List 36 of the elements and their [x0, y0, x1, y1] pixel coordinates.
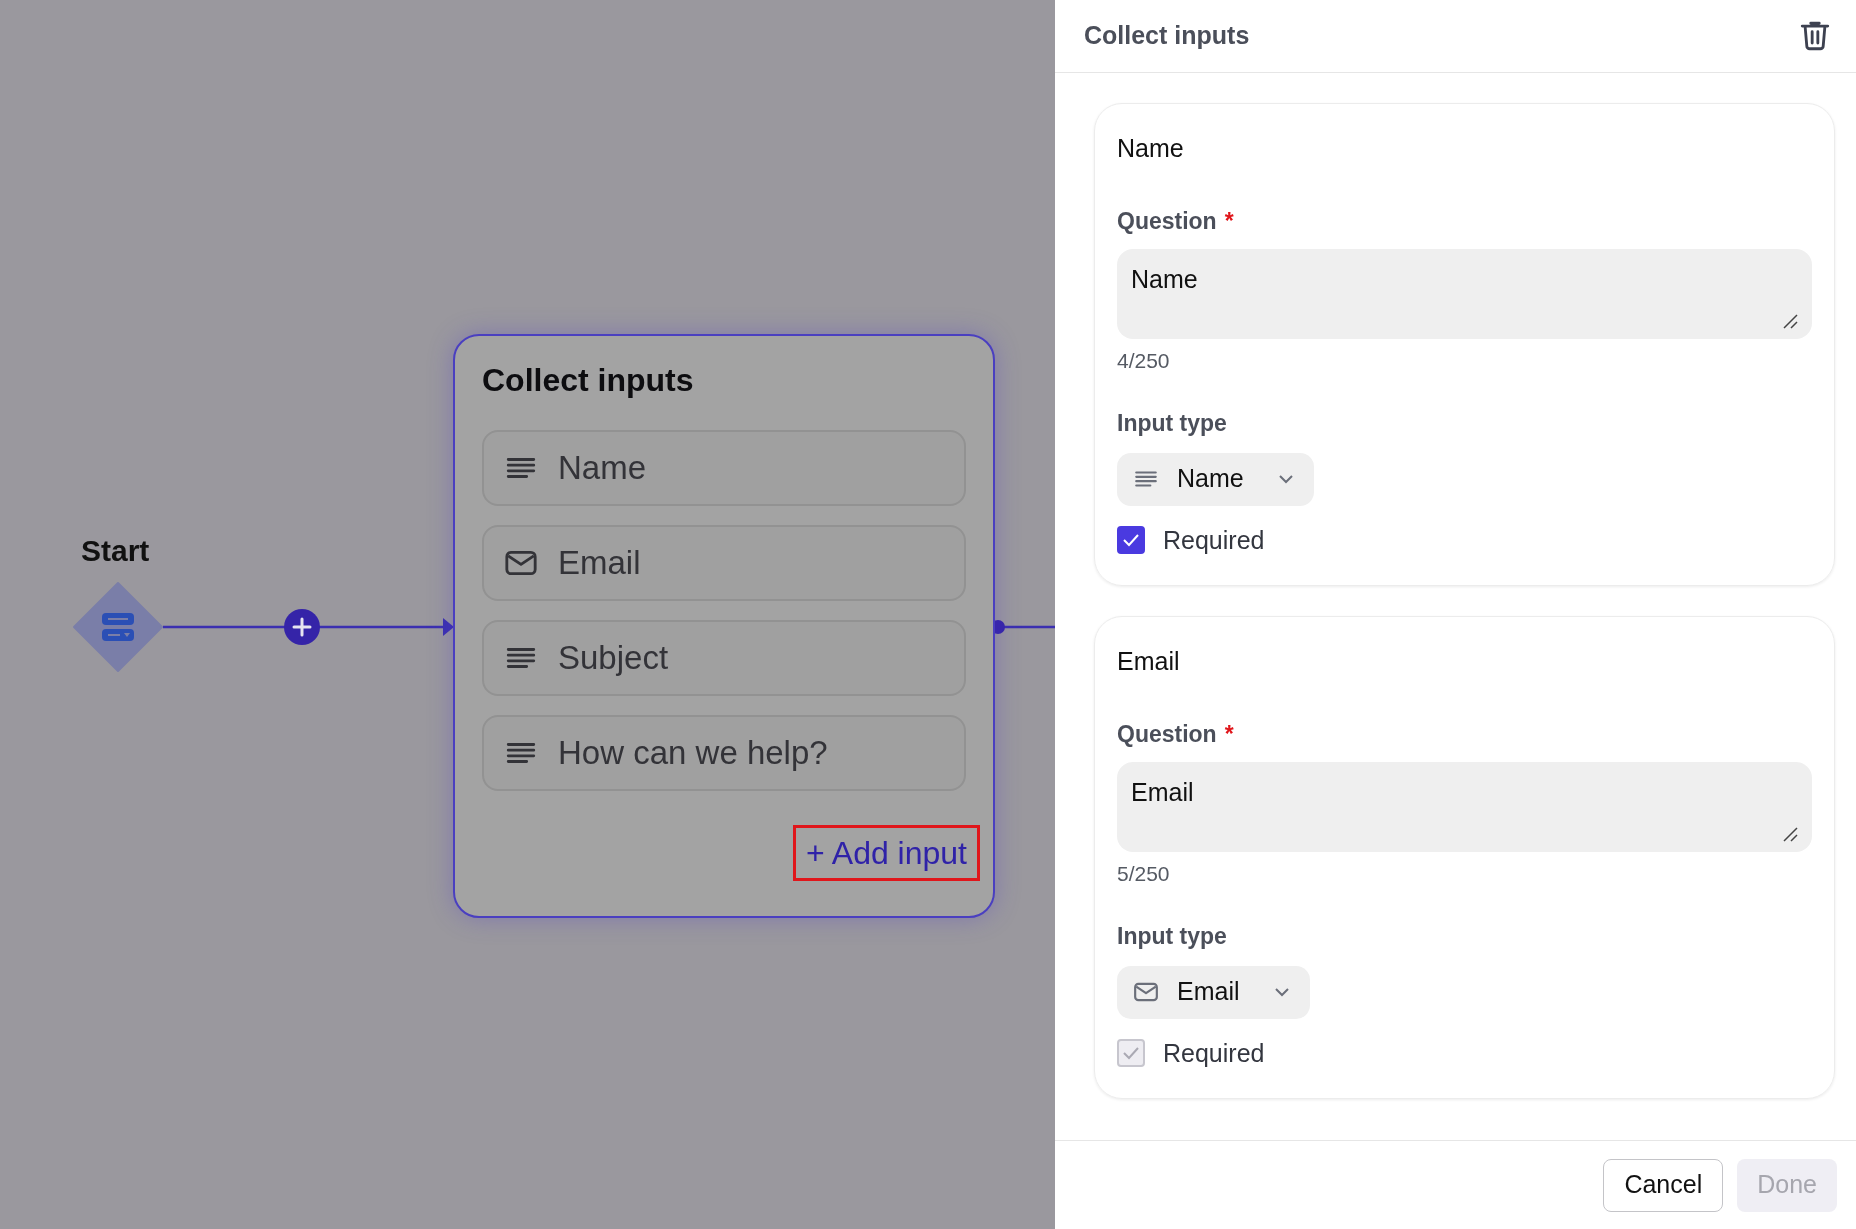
add-step-icon[interactable] — [284, 609, 320, 645]
input-type-dropdown[interactable]: Name — [1117, 452, 1314, 506]
add-input-button[interactable]: + Add input — [792, 825, 980, 881]
input-type-dropdown[interactable]: Email — [1117, 965, 1310, 1019]
node-title: Collect inputs — [482, 361, 695, 400]
character-count: 5/250 — [1117, 860, 1171, 887]
field-label: Question — [1117, 720, 1217, 749]
resize-handle-icon[interactable] — [1782, 825, 1798, 842]
input-title: Name — [1117, 133, 1185, 164]
start-node-icon[interactable] — [72, 581, 164, 673]
input-item[interactable]: Subject — [482, 620, 966, 696]
field-label: Input type — [1117, 922, 1228, 951]
checkbox-label: Required — [1163, 1037, 1265, 1069]
input-item[interactable]: Email — [482, 525, 966, 601]
question-field[interactable]: Name — [1117, 248, 1812, 339]
panel-title: Collect inputs — [1084, 20, 1250, 52]
delete-button[interactable] — [1798, 19, 1832, 53]
input-title: Email — [1117, 646, 1181, 677]
resize-handle-icon[interactable] — [1782, 312, 1798, 329]
input-item[interactable]: How can we help? — [482, 715, 966, 791]
question-field[interactable]: Email — [1117, 761, 1812, 852]
required-mark: * — [1224, 207, 1234, 236]
checkbox-label: Required — [1163, 524, 1265, 556]
start-label: Start — [81, 533, 150, 569]
required-checkbox[interactable] — [1117, 526, 1145, 555]
item-label: Name — [558, 448, 647, 489]
item-label: Subject — [558, 638, 669, 679]
node-card[interactable]: Collect inputs Name Email Subject How can we help? + Add input — [453, 334, 995, 918]
field-label: Question — [1117, 207, 1217, 236]
field-label: Input type — [1117, 409, 1228, 438]
cancel-button[interactable]: Cancel — [1603, 1158, 1724, 1212]
item-label: Email — [558, 543, 641, 584]
input-item[interactable]: Name — [482, 430, 966, 506]
required-mark: * — [1224, 720, 1234, 749]
item-label: How can we help? — [558, 733, 828, 774]
character-count: 4/250 — [1117, 347, 1171, 374]
